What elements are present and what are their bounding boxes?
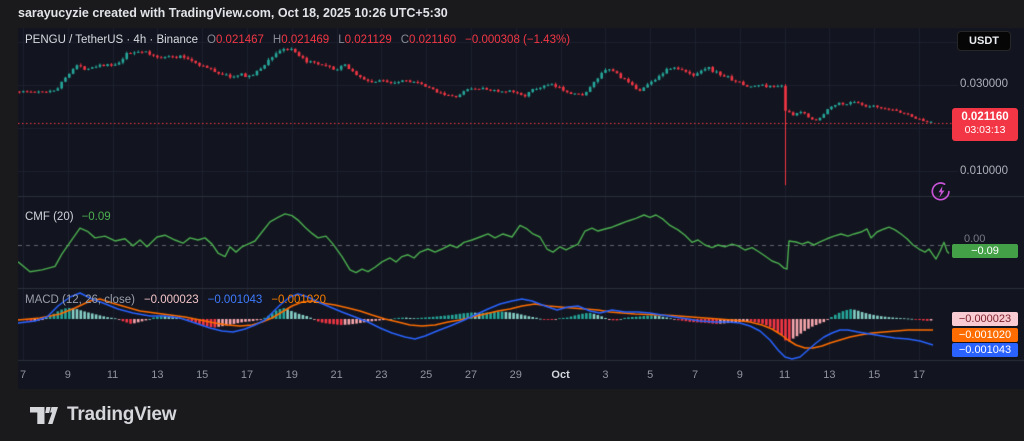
bar-countdown: 03:03:13 (952, 124, 1018, 137)
time-tick: Oct (551, 369, 569, 381)
cmf-label[interactable]: CMF (20) (25, 211, 74, 223)
time-tick: 21 (330, 369, 342, 381)
time-tick: 3 (602, 369, 608, 381)
attribution-text: sarayucyzie created with TradingView.com… (18, 6, 448, 20)
time-tick: 9 (737, 369, 743, 381)
chart-panel: PENGU / TetherUS · 4h · Binance O 0.0214… (18, 28, 1024, 389)
time-tick: 11 (779, 369, 790, 381)
boost-icon[interactable] (930, 181, 952, 203)
time-tick: 27 (465, 369, 477, 381)
last-price-badge: 0.021160 03:03:13 (952, 108, 1018, 141)
chart-canvas[interactable] (18, 28, 1024, 389)
price-tick-bottom: 0.010000 (960, 165, 1008, 177)
main-legend: PENGU / TetherUS · 4h · Binance O 0.0214… (25, 34, 570, 46)
macd-line-badge: −0.001043 (952, 343, 1018, 357)
time-tick: 29 (510, 369, 522, 381)
close-value: 0.021160 (409, 34, 456, 46)
time-tick: 15 (868, 369, 880, 381)
time-tick: 15 (196, 369, 208, 381)
time-tick: 17 (913, 369, 925, 381)
open-label: O (207, 34, 216, 46)
high-label: H (273, 34, 281, 46)
close-label: C (401, 34, 409, 46)
macd-line-value: −0.001043 (208, 294, 263, 306)
symbol-title[interactable]: PENGU / TetherUS · 4h · Binance (25, 34, 198, 46)
time-tick: 7 (20, 369, 26, 381)
time-tick: 9 (65, 369, 71, 381)
time-tick: 25 (420, 369, 432, 381)
tradingview-wordmark: TradingView (67, 404, 176, 426)
macd-label[interactable]: MACD (12, 26, close) (25, 294, 135, 306)
currency-toggle-badge[interactable]: USDT (957, 31, 1011, 51)
footer: TradingView (0, 389, 1024, 441)
time-tick: 11 (107, 369, 118, 381)
macd-hist-value: −0.000023 (144, 294, 199, 306)
high-value: 0.021469 (281, 34, 329, 46)
cmf-value: −0.09 (82, 211, 111, 223)
time-tick: 13 (151, 369, 163, 381)
time-tick: 17 (241, 369, 253, 381)
change-value: −0.000308 (−1.43%) (465, 34, 570, 46)
cmf-badge: −0.09 (952, 244, 1018, 258)
macd-signal-value: −0.001020 (271, 294, 326, 306)
low-value: 0.021129 (345, 34, 392, 46)
tradingview-logo-icon (30, 407, 58, 424)
macd-legend: MACD (12, 26, close) −0.000023 −0.001043… (25, 294, 326, 306)
time-tick: 23 (375, 369, 387, 381)
time-axis[interactable]: 7 9 11 13 15 17 19 21 23 25 27 29 Oct 3 5 7 9 11 13 15 17 (18, 360, 1024, 389)
cmf-legend: CMF (20) −0.09 (25, 211, 111, 223)
macd-hist-badge: −0.000023 (952, 312, 1018, 326)
time-tick: 5 (647, 369, 653, 381)
time-tick: 13 (823, 369, 835, 381)
open-value: 0.021467 (216, 34, 264, 46)
time-tick: 19 (286, 369, 298, 381)
tradingview-logo[interactable]: TradingView (30, 404, 176, 426)
time-tick: 7 (692, 369, 698, 381)
attribution-bar: sarayucyzie created with TradingView.com… (0, 0, 1024, 28)
macd-signal-badge: −0.001020 (952, 328, 1018, 342)
price-tick-top: 0.030000 (960, 78, 1008, 90)
last-price-value: 0.021160 (952, 110, 1018, 124)
